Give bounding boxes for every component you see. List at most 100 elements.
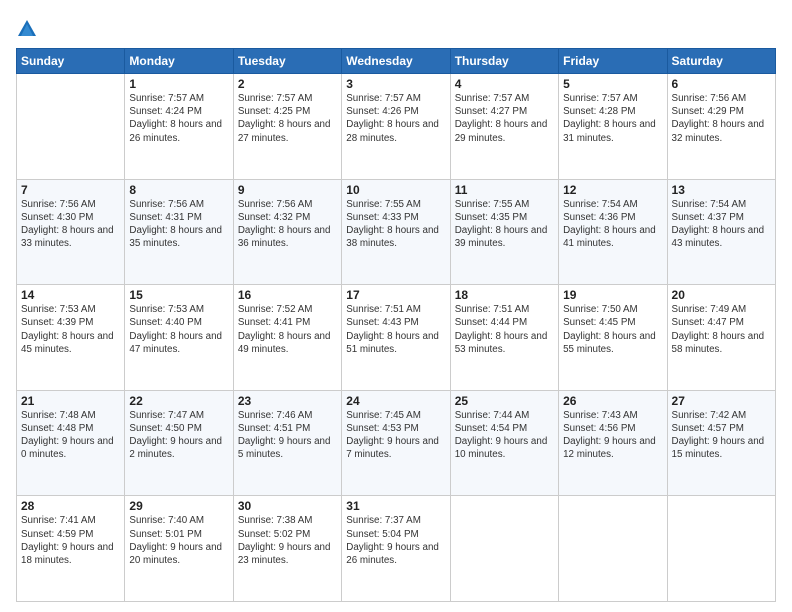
calendar-cell: 21Sunrise: 7:48 AMSunset: 4:48 PMDayligh…: [17, 390, 125, 496]
day-info: Sunrise: 7:52 AMSunset: 4:41 PMDaylight:…: [238, 303, 337, 356]
day-info: Sunrise: 7:57 AMSunset: 4:26 PMDaylight:…: [346, 92, 445, 145]
calendar-cell: 30Sunrise: 7:38 AMSunset: 5:02 PMDayligh…: [233, 496, 341, 602]
calendar-cell: 10Sunrise: 7:55 AMSunset: 4:33 PMDayligh…: [342, 179, 450, 285]
day-number: 15: [129, 288, 228, 302]
calendar-cell: 20Sunrise: 7:49 AMSunset: 4:47 PMDayligh…: [667, 285, 775, 391]
day-info: Sunrise: 7:56 AMSunset: 4:32 PMDaylight:…: [238, 198, 337, 251]
day-info: Sunrise: 7:46 AMSunset: 4:51 PMDaylight:…: [238, 409, 337, 462]
calendar-week-5: 28Sunrise: 7:41 AMSunset: 4:59 PMDayligh…: [17, 496, 776, 602]
calendar-week-2: 7Sunrise: 7:56 AMSunset: 4:30 PMDaylight…: [17, 179, 776, 285]
header: [16, 16, 776, 40]
calendar-cell: 27Sunrise: 7:42 AMSunset: 4:57 PMDayligh…: [667, 390, 775, 496]
calendar-cell: [17, 74, 125, 180]
day-info: Sunrise: 7:44 AMSunset: 4:54 PMDaylight:…: [455, 409, 554, 462]
day-info: Sunrise: 7:56 AMSunset: 4:30 PMDaylight:…: [21, 198, 120, 251]
weekday-header-friday: Friday: [559, 49, 667, 74]
day-number: 26: [563, 394, 662, 408]
day-info: Sunrise: 7:57 AMSunset: 4:25 PMDaylight:…: [238, 92, 337, 145]
day-info: Sunrise: 7:38 AMSunset: 5:02 PMDaylight:…: [238, 514, 337, 567]
day-info: Sunrise: 7:54 AMSunset: 4:36 PMDaylight:…: [563, 198, 662, 251]
calendar-cell: 4Sunrise: 7:57 AMSunset: 4:27 PMDaylight…: [450, 74, 558, 180]
day-number: 17: [346, 288, 445, 302]
calendar-cell: 5Sunrise: 7:57 AMSunset: 4:28 PMDaylight…: [559, 74, 667, 180]
calendar-cell: 23Sunrise: 7:46 AMSunset: 4:51 PMDayligh…: [233, 390, 341, 496]
calendar-cell: 2Sunrise: 7:57 AMSunset: 4:25 PMDaylight…: [233, 74, 341, 180]
day-info: Sunrise: 7:56 AMSunset: 4:29 PMDaylight:…: [672, 92, 771, 145]
calendar-cell: 24Sunrise: 7:45 AMSunset: 4:53 PMDayligh…: [342, 390, 450, 496]
day-info: Sunrise: 7:48 AMSunset: 4:48 PMDaylight:…: [21, 409, 120, 462]
day-number: 13: [672, 183, 771, 197]
day-number: 6: [672, 77, 771, 91]
weekday-header-wednesday: Wednesday: [342, 49, 450, 74]
day-number: 27: [672, 394, 771, 408]
day-number: 11: [455, 183, 554, 197]
day-info: Sunrise: 7:56 AMSunset: 4:31 PMDaylight:…: [129, 198, 228, 251]
weekday-header-tuesday: Tuesday: [233, 49, 341, 74]
day-info: Sunrise: 7:53 AMSunset: 4:40 PMDaylight:…: [129, 303, 228, 356]
calendar-cell: 9Sunrise: 7:56 AMSunset: 4:32 PMDaylight…: [233, 179, 341, 285]
calendar-cell: 25Sunrise: 7:44 AMSunset: 4:54 PMDayligh…: [450, 390, 558, 496]
calendar-week-1: 1Sunrise: 7:57 AMSunset: 4:24 PMDaylight…: [17, 74, 776, 180]
day-number: 30: [238, 499, 337, 513]
calendar-cell: [559, 496, 667, 602]
calendar-week-4: 21Sunrise: 7:48 AMSunset: 4:48 PMDayligh…: [17, 390, 776, 496]
calendar-cell: 26Sunrise: 7:43 AMSunset: 4:56 PMDayligh…: [559, 390, 667, 496]
weekday-header-thursday: Thursday: [450, 49, 558, 74]
day-number: 5: [563, 77, 662, 91]
day-info: Sunrise: 7:47 AMSunset: 4:50 PMDaylight:…: [129, 409, 228, 462]
day-number: 3: [346, 77, 445, 91]
day-info: Sunrise: 7:57 AMSunset: 4:24 PMDaylight:…: [129, 92, 228, 145]
day-number: 4: [455, 77, 554, 91]
calendar-cell: 22Sunrise: 7:47 AMSunset: 4:50 PMDayligh…: [125, 390, 233, 496]
day-info: Sunrise: 7:51 AMSunset: 4:43 PMDaylight:…: [346, 303, 445, 356]
calendar-cell: 18Sunrise: 7:51 AMSunset: 4:44 PMDayligh…: [450, 285, 558, 391]
day-number: 24: [346, 394, 445, 408]
page: SundayMondayTuesdayWednesdayThursdayFrid…: [0, 0, 792, 612]
day-info: Sunrise: 7:45 AMSunset: 4:53 PMDaylight:…: [346, 409, 445, 462]
calendar-cell: 17Sunrise: 7:51 AMSunset: 4:43 PMDayligh…: [342, 285, 450, 391]
day-info: Sunrise: 7:54 AMSunset: 4:37 PMDaylight:…: [672, 198, 771, 251]
day-info: Sunrise: 7:42 AMSunset: 4:57 PMDaylight:…: [672, 409, 771, 462]
calendar-cell: 15Sunrise: 7:53 AMSunset: 4:40 PMDayligh…: [125, 285, 233, 391]
calendar-cell: 16Sunrise: 7:52 AMSunset: 4:41 PMDayligh…: [233, 285, 341, 391]
day-number: 19: [563, 288, 662, 302]
day-number: 9: [238, 183, 337, 197]
calendar-cell: 11Sunrise: 7:55 AMSunset: 4:35 PMDayligh…: [450, 179, 558, 285]
day-number: 29: [129, 499, 228, 513]
calendar-week-3: 14Sunrise: 7:53 AMSunset: 4:39 PMDayligh…: [17, 285, 776, 391]
calendar-cell: 29Sunrise: 7:40 AMSunset: 5:01 PMDayligh…: [125, 496, 233, 602]
calendar-cell: [667, 496, 775, 602]
calendar-cell: 12Sunrise: 7:54 AMSunset: 4:36 PMDayligh…: [559, 179, 667, 285]
day-number: 18: [455, 288, 554, 302]
day-number: 14: [21, 288, 120, 302]
calendar: SundayMondayTuesdayWednesdayThursdayFrid…: [16, 48, 776, 602]
day-info: Sunrise: 7:51 AMSunset: 4:44 PMDaylight:…: [455, 303, 554, 356]
day-info: Sunrise: 7:50 AMSunset: 4:45 PMDaylight:…: [563, 303, 662, 356]
calendar-cell: 31Sunrise: 7:37 AMSunset: 5:04 PMDayligh…: [342, 496, 450, 602]
day-number: 20: [672, 288, 771, 302]
calendar-cell: 28Sunrise: 7:41 AMSunset: 4:59 PMDayligh…: [17, 496, 125, 602]
day-number: 1: [129, 77, 228, 91]
weekday-header-sunday: Sunday: [17, 49, 125, 74]
day-number: 21: [21, 394, 120, 408]
day-number: 2: [238, 77, 337, 91]
day-info: Sunrise: 7:41 AMSunset: 4:59 PMDaylight:…: [21, 514, 120, 567]
logo-icon: [16, 18, 38, 40]
calendar-cell: 8Sunrise: 7:56 AMSunset: 4:31 PMDaylight…: [125, 179, 233, 285]
day-number: 10: [346, 183, 445, 197]
logo: [16, 16, 42, 40]
day-info: Sunrise: 7:40 AMSunset: 5:01 PMDaylight:…: [129, 514, 228, 567]
calendar-cell: 19Sunrise: 7:50 AMSunset: 4:45 PMDayligh…: [559, 285, 667, 391]
day-info: Sunrise: 7:53 AMSunset: 4:39 PMDaylight:…: [21, 303, 120, 356]
calendar-cell: 6Sunrise: 7:56 AMSunset: 4:29 PMDaylight…: [667, 74, 775, 180]
calendar-cell: 14Sunrise: 7:53 AMSunset: 4:39 PMDayligh…: [17, 285, 125, 391]
day-info: Sunrise: 7:43 AMSunset: 4:56 PMDaylight:…: [563, 409, 662, 462]
calendar-cell: [450, 496, 558, 602]
day-info: Sunrise: 7:37 AMSunset: 5:04 PMDaylight:…: [346, 514, 445, 567]
day-number: 12: [563, 183, 662, 197]
day-info: Sunrise: 7:55 AMSunset: 4:35 PMDaylight:…: [455, 198, 554, 251]
weekday-header-saturday: Saturday: [667, 49, 775, 74]
calendar-cell: 7Sunrise: 7:56 AMSunset: 4:30 PMDaylight…: [17, 179, 125, 285]
day-number: 28: [21, 499, 120, 513]
calendar-cell: 3Sunrise: 7:57 AMSunset: 4:26 PMDaylight…: [342, 74, 450, 180]
